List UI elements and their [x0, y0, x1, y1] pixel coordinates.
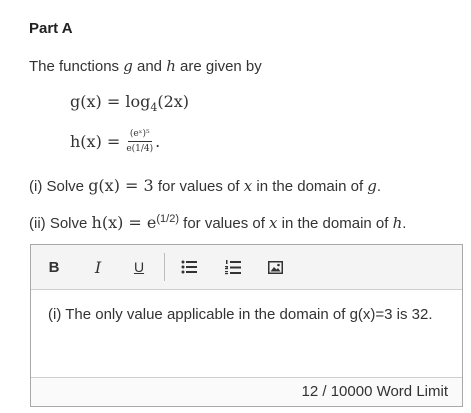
equation-h-lhs: h(x) =	[70, 132, 121, 151]
equation-h-fraction: (eˣ)⁵ e(1/4)	[126, 128, 153, 155]
q1-math: g(x) = 3	[88, 176, 154, 195]
bulleted-list-button[interactable]	[180, 257, 198, 277]
q1-x: x	[243, 177, 253, 195]
question-i: (i) Solve g(x) = 3 for values of x in th…	[29, 176, 381, 195]
word-limit-counter: 12 / 10000 Word Limit	[31, 377, 462, 406]
equation-h-period: .	[155, 132, 161, 151]
italic-icon: I	[94, 257, 102, 277]
intro-pre: The functions	[29, 58, 124, 75]
q1-mid2: in the domain of	[252, 178, 368, 195]
intro-post: are given by	[175, 58, 262, 75]
italic-button[interactable]: I	[90, 257, 106, 277]
q2-end: .	[402, 215, 407, 232]
intro-text: The functions g and h are given by	[29, 57, 262, 75]
numbered-list-button[interactable]	[224, 257, 242, 277]
q2-pre: (ii) Solve	[29, 215, 92, 232]
toolbar-separator	[164, 253, 165, 281]
underline-icon: U	[133, 259, 145, 275]
equation-g-rhs: (2x)	[157, 92, 190, 111]
question-ii: (ii) Solve h(x) = e(1/2) for values of x…	[29, 213, 406, 232]
equation-g: g(x) = log4(2x)	[70, 92, 189, 114]
part-title: Part A	[29, 20, 73, 37]
editor-toolbar: B I U	[31, 245, 462, 290]
numbered-list-icon	[225, 259, 241, 274]
underline-button[interactable]: U	[131, 257, 147, 277]
intro-g: g	[123, 57, 133, 75]
q2-mid2: in the domain of	[277, 215, 393, 232]
fraction-denominator: e(1/4)	[126, 144, 154, 154]
fraction-numerator: (eˣ)⁵	[127, 128, 152, 142]
image-icon	[267, 260, 283, 274]
bulleted-list-icon	[181, 260, 197, 274]
intro-h: h	[166, 57, 176, 75]
q2-math: h(x) = e	[91, 213, 157, 232]
q2-mid: for values of	[179, 215, 270, 232]
q1-g: g	[367, 177, 377, 195]
equation-g-lhs: g(x) = log	[70, 92, 151, 111]
intro-and: and	[132, 58, 167, 75]
answer-editor: B I U (i) The only value applicable in t…	[30, 244, 463, 407]
bold-icon: B	[48, 258, 60, 276]
insert-image-button[interactable]	[266, 257, 284, 277]
q2-exponent: (1/2)	[156, 213, 179, 225]
q1-pre: (i) Solve	[29, 178, 89, 195]
editor-content[interactable]: (i) The only value applicable in the dom…	[31, 290, 462, 380]
q1-mid: for values of	[153, 178, 244, 195]
equation-h: h(x) = (eˣ)⁵ e(1/4) .	[70, 128, 160, 155]
q1-end: .	[376, 178, 382, 195]
q2-x: x	[269, 214, 278, 232]
q2-h: h	[392, 214, 403, 232]
bold-button[interactable]: B	[46, 257, 62, 277]
